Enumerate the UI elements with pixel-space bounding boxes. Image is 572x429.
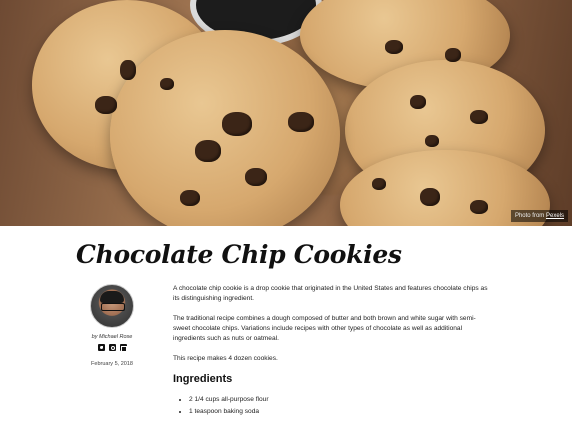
chocolate-chip [445,48,461,62]
avatar-glasses [101,303,125,311]
author-byline: by Michael Rose [91,334,133,340]
twitter-icon[interactable] [97,344,105,351]
chocolate-chip [160,78,174,90]
post-date: February 5, 2018 [91,361,133,367]
hero-image: Photo from Pexels [0,0,572,226]
social-links [84,344,140,352]
paragraph-yield: This recipe makes 4 dozen cookies. [173,355,278,362]
chocolate-chip [385,40,403,54]
avatar-hair [100,291,124,303]
avatar [90,284,134,328]
github-icon[interactable] [119,344,127,352]
chocolate-chip [288,112,314,132]
author-sidebar: by Michael Rose [84,284,140,352]
photo-credit: Photo from Pexels [510,210,568,222]
ingredients-list: 2 1/4 cups all-purpose flour 1 teaspoon … [173,395,491,417]
photo-credit-link[interactable]: Pexels [546,213,564,219]
chocolate-chip [180,190,200,206]
chocolate-chip [222,112,252,136]
ingredient-item: 2 1/4 cups all-purpose flour [189,395,491,405]
chocolate-chip [410,95,426,109]
ingredient-item: 1 teaspoon baking soda [189,407,491,417]
chocolate-chip [195,140,221,162]
chocolate-chip [470,110,488,124]
paragraph-intro: A chocolate chip cookie is a drop cookie… [173,285,488,302]
chocolate-chip [420,188,440,206]
page-title: Chocolate Chip Cookies [76,240,402,269]
post-body: A chocolate chip cookie is a drop cookie… [173,284,491,419]
chocolate-chip [470,200,488,214]
chocolate-chip [372,178,386,190]
photo-credit-prefix: Photo from [514,213,545,219]
chocolate-chip [245,168,267,186]
ingredients-heading: Ingredients [173,373,233,385]
chocolate-chip [425,135,439,147]
paragraph-recipe: The traditional recipe combines a dough … [173,315,476,342]
instagram-icon[interactable] [108,344,116,351]
chocolate-chip [120,60,136,80]
chocolate-chip [95,96,117,114]
